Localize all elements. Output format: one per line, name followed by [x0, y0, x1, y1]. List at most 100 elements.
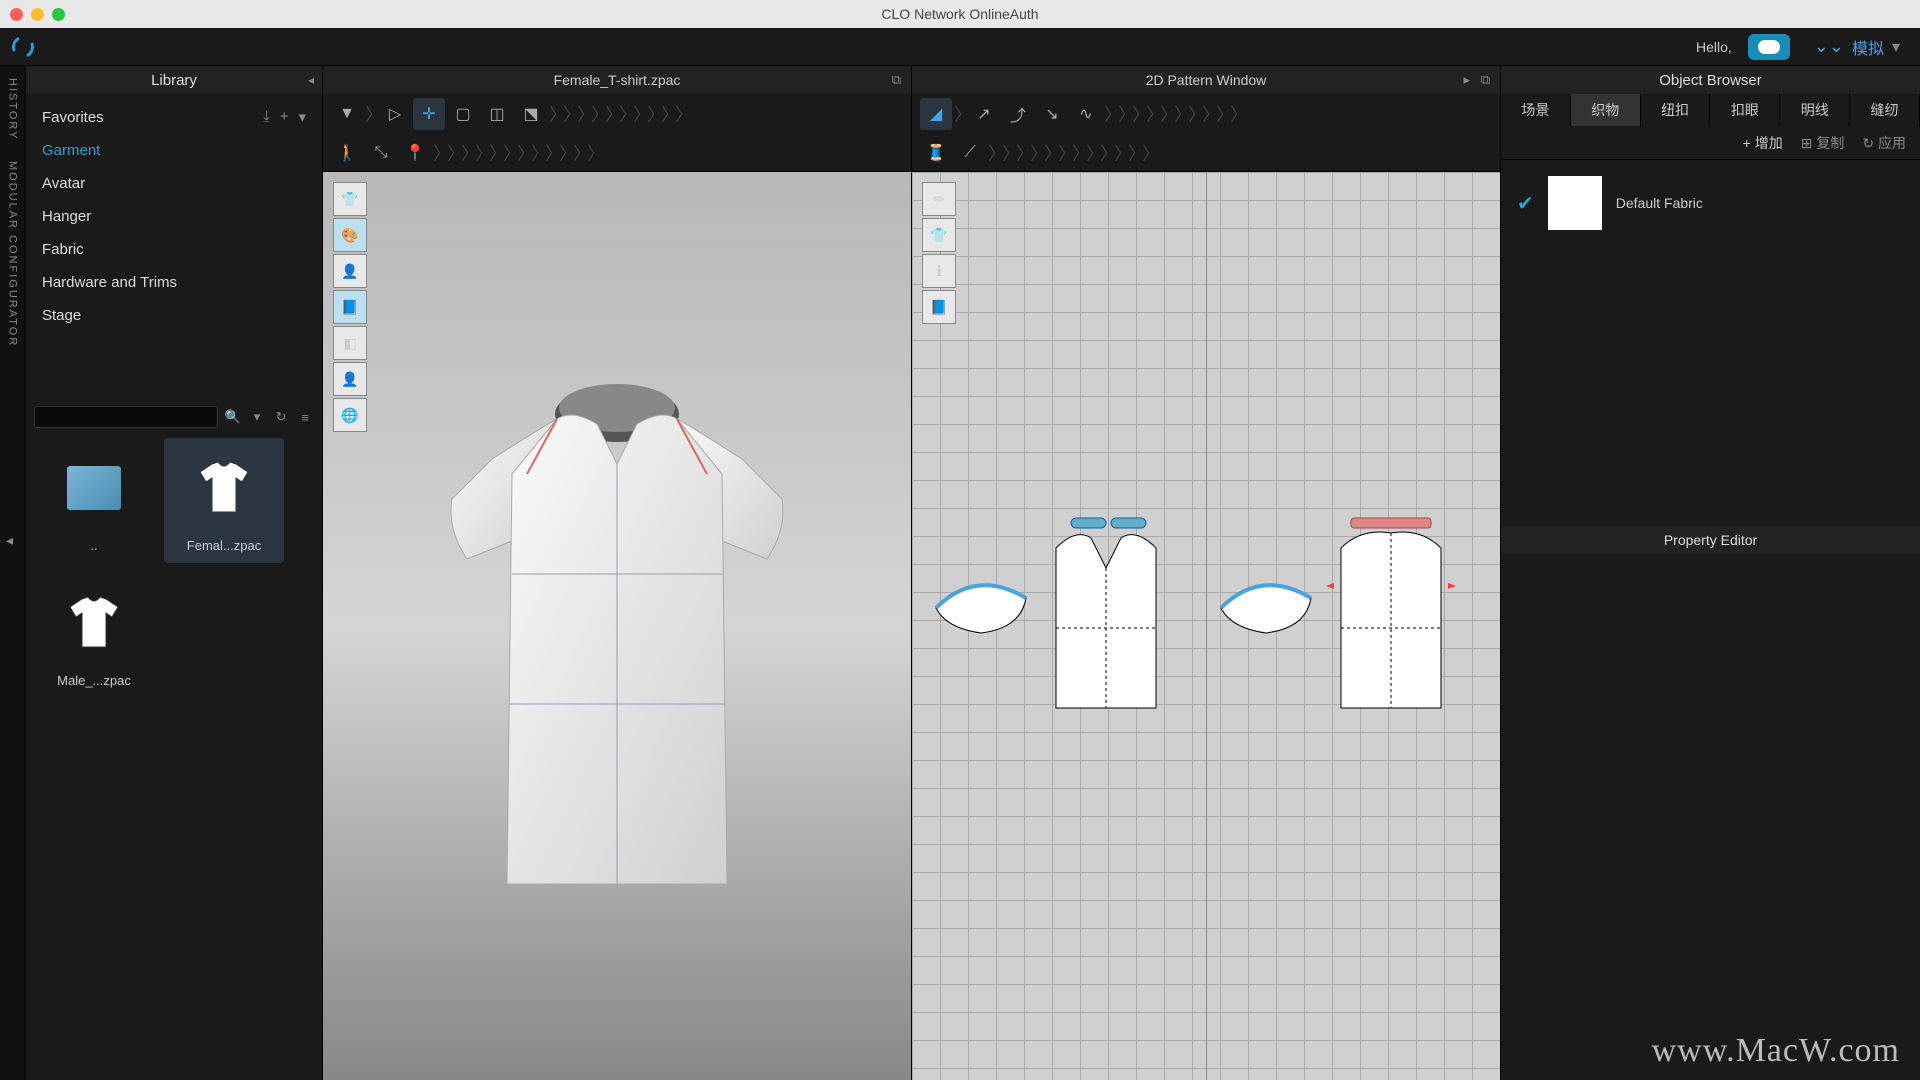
object-browser-title: Object Browser [1659, 72, 1762, 89]
library-item-hanger[interactable]: Hanger [26, 200, 322, 233]
show-garment-tool[interactable]: 👕 [922, 218, 956, 252]
library-category-list: Favorites ⤓ + ▾ Garment Avatar Hanger Fa… [26, 94, 322, 338]
move-tool[interactable]: ✛ [413, 98, 445, 130]
library-item-label: Stage [42, 307, 81, 324]
edit-pattern-tool[interactable]: ◢ [920, 98, 952, 130]
modular-configurator-tab[interactable]: MODULAR CONFIGURATOR [7, 161, 19, 347]
box-select-tool[interactable]: ▢ [447, 98, 479, 130]
separator: 〉 [365, 102, 377, 126]
filter-dropdown-icon[interactable]: ▾ [248, 408, 266, 426]
thumb-label: Male_...zpac [38, 673, 150, 688]
avatar-hide-tool[interactable]: 👤 [333, 362, 367, 396]
more-icon[interactable]: ▾ [298, 108, 306, 126]
edit-curve-tool[interactable]: ↗ [968, 98, 1000, 130]
file-male-tshirt[interactable]: Male_...zpac [34, 573, 154, 698]
lasso-tool[interactable]: ◫ [481, 98, 513, 130]
collapse-arrow-icon[interactable]: ◂ [308, 73, 314, 87]
library-item-garment[interactable]: Garment [26, 134, 322, 167]
file-female-tshirt[interactable]: Femal...zpac [164, 438, 284, 563]
pin-tool[interactable]: 📍 [399, 137, 431, 169]
world-view-tool[interactable]: 🌐 [333, 398, 367, 432]
tab-topstitch[interactable]: 明线 [1780, 94, 1850, 126]
check-icon: ✔ [1517, 191, 1534, 216]
segment-sewing-tool[interactable]: ⟋ [954, 137, 986, 169]
apply-fabric-button[interactable]: ↻ 应用 [1862, 133, 1906, 153]
sewing-tool[interactable]: 🧵 [920, 137, 952, 169]
history-tab[interactable]: HISTORY [7, 78, 19, 141]
viewport3d-side-tools: 👕 🎨 👤 📘 ◧ 👤 🌐 [333, 182, 367, 432]
greeting-text: Hello, [1696, 39, 1732, 55]
library-item-favorites[interactable]: Favorites ⤓ + ▾ [26, 100, 322, 134]
avatar-pose-tool[interactable]: 🚶 [331, 137, 363, 169]
tab-fabric[interactable]: 织物 [1571, 94, 1641, 126]
add-point-tool[interactable]: ⤴ [1002, 98, 1034, 130]
avatar-view-tool[interactable]: 👤 [333, 254, 367, 288]
view2d-toolbar-1: ◢ 〉 ↗ ⤴ ↘ ∿ 〉 〉 〉 〉 〉 〉 〉 〉 〉 〉 [911, 94, 1500, 134]
popout-icon[interactable]: ⧉ [892, 72, 901, 88]
library-item-stage[interactable]: Stage [26, 299, 322, 332]
add-fabric-button[interactable]: + 增加 [1743, 133, 1783, 153]
view2d-header: 2D Pattern Window ⧉ ▸ [911, 66, 1500, 94]
separator: 〉 [563, 102, 575, 126]
download-icon[interactable]: ⤓ [263, 108, 270, 126]
list-view-icon[interactable]: ≡ [296, 408, 314, 426]
search-icon[interactable]: 🔍 [224, 408, 242, 426]
separator: 〉 [1058, 141, 1070, 165]
tab-button[interactable]: 纽扣 [1641, 94, 1711, 126]
viewport-2d[interactable]: ✏ 👕 ℹ 📘 [911, 172, 1500, 1080]
tab-buttonhole[interactable]: 扣眼 [1710, 94, 1780, 126]
minimize-window-button[interactable] [31, 8, 44, 21]
view3d-toolbar-2: 🚶 ⤡ 📍 〉 〉 〉 〉 〉 〉 〉 〉 〉 〉 〉 〉 [322, 134, 911, 172]
edit-line-tool[interactable]: ↘ [1036, 98, 1068, 130]
simulate-mode-button[interactable]: ⌄⌄ 模拟 ▾ [1806, 35, 1908, 59]
separator: 〉 [1146, 102, 1158, 126]
gizmo-tool[interactable]: ⬔ [515, 98, 547, 130]
tab-scene[interactable]: 场景 [1501, 94, 1571, 126]
folder-up[interactable]: .. [34, 438, 154, 563]
separator: 〉 [1230, 102, 1242, 126]
add-icon[interactable]: + [280, 108, 289, 126]
curve-point-tool[interactable]: ∿ [1070, 98, 1102, 130]
tab-seam[interactable]: 缝纫 [1850, 94, 1920, 126]
collapse-arrow-icon[interactable]: ◂ [6, 532, 13, 549]
separator: 〉 [489, 141, 501, 165]
close-window-button[interactable] [10, 8, 23, 21]
separator: 〉 [1100, 141, 1112, 165]
texture-view-tool[interactable]: 🎨 [333, 218, 367, 252]
popout-icon[interactable]: ⧉ [1481, 72, 1490, 88]
copy-fabric-button[interactable]: ⊞ 复制 [1801, 133, 1845, 153]
library-file-browser: 🔍 ▾ ↻ ≡ .. Femal...zpac [26, 398, 322, 1080]
separator: 〉 [1030, 141, 1042, 165]
collapse-arrow-icon[interactable]: ▸ [1463, 72, 1470, 88]
property-editor-title: Property Editor [1664, 532, 1757, 548]
library-search-input[interactable] [34, 406, 218, 428]
arrange-tool[interactable]: ⤡ [365, 137, 397, 169]
viewport-3d[interactable]: 👕 🎨 👤 📘 ◧ 👤 🌐 [322, 172, 911, 1080]
fabric-item-default[interactable]: ✔ Default Fabric [1517, 176, 1904, 230]
maximize-window-button[interactable] [52, 8, 65, 21]
refresh-icon[interactable]: ↻ [272, 408, 290, 426]
show-2d-tool[interactable]: 📘 [922, 290, 956, 324]
garment-view-tool[interactable]: 👕 [333, 182, 367, 216]
simulate-tool[interactable]: ▼ [331, 98, 363, 130]
thick-view-tool[interactable]: ◧ [333, 326, 367, 360]
separator: 〉 [545, 141, 557, 165]
library-item-hardware[interactable]: Hardware and Trims [26, 266, 322, 299]
cloud-button[interactable] [1748, 34, 1790, 60]
separator: 〉 [461, 141, 473, 165]
separator: 〉 [559, 141, 571, 165]
pattern-view-tool[interactable]: ✏ [922, 182, 956, 216]
library-item-avatar[interactable]: Avatar [26, 167, 322, 200]
separator: 〉 [517, 141, 529, 165]
app-logo-icon[interactable] [9, 32, 37, 60]
library-item-label: Garment [42, 142, 100, 159]
show-3d-tool[interactable]: 📘 [333, 290, 367, 324]
info-tool[interactable]: ℹ [922, 254, 956, 288]
fabric-swatch [1548, 176, 1602, 230]
separator: 〉 [1114, 141, 1126, 165]
library-item-fabric[interactable]: Fabric [26, 233, 322, 266]
pattern-pieces [926, 478, 1486, 738]
separator: 〉 [1072, 141, 1084, 165]
select-tool[interactable]: ▷ [379, 98, 411, 130]
separator: 〉 [549, 102, 561, 126]
